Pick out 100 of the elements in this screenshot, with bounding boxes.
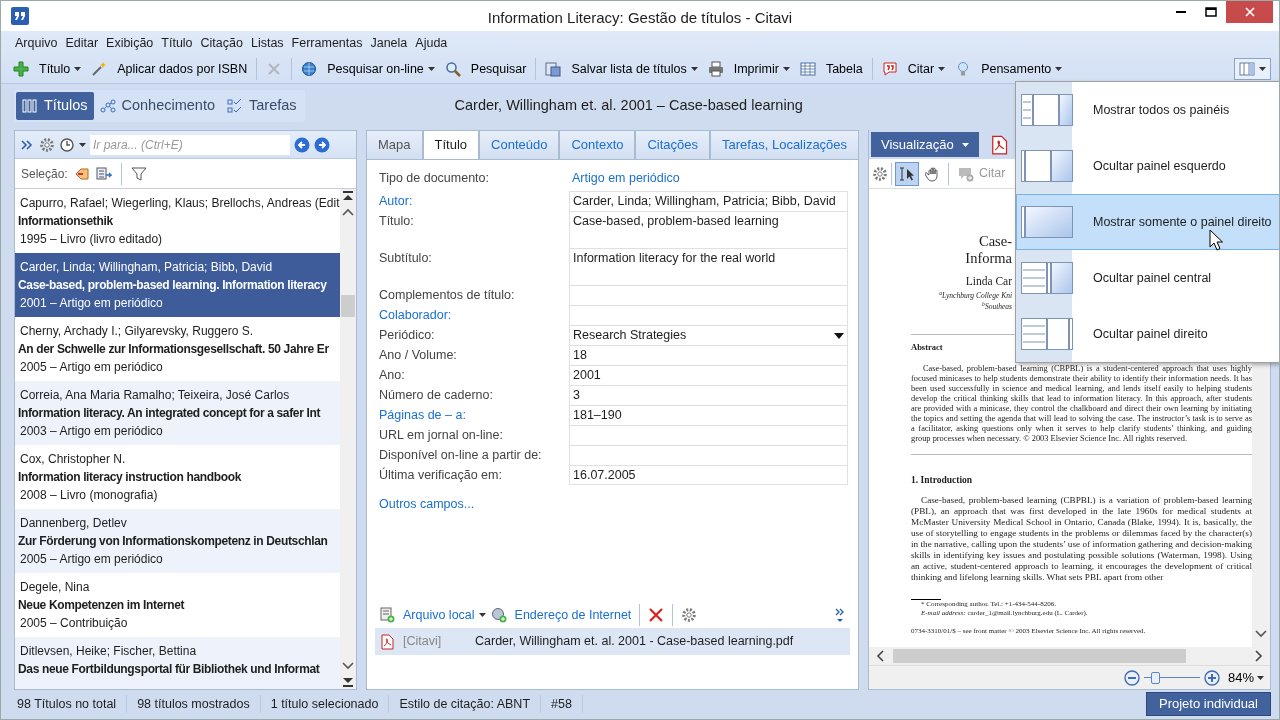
- zoom-out-icon[interactable]: [1123, 669, 1140, 686]
- menu-item[interactable]: Exibição: [102, 33, 158, 53]
- info-text: 2005 – Artigo em periódico: [19, 359, 164, 376]
- author-text: Capurro, Rafael; Wiegerling, Klaus; Brellochs, Andreas (Edit: [19, 195, 340, 212]
- text-field[interactable]: 18: [569, 345, 848, 365]
- text-field[interactable]: [569, 425, 848, 445]
- zoom-in-icon[interactable]: [1203, 669, 1220, 686]
- title-text: Zur Förderung von Informationskompetenz in Deutschlan: [18, 533, 329, 550]
- text-field[interactable]: 16.07.2005: [569, 465, 848, 485]
- layout-button[interactable]: [1234, 58, 1271, 80]
- tab[interactable]: Tarefas, Localizações: [710, 130, 860, 159]
- menu-item[interactable]: Editar: [61, 33, 103, 53]
- toolbar-button[interactable]: Pesquisar on-line: [297, 57, 439, 81]
- goto-field[interactable]: Ir para... (Ctrl+E): [90, 134, 290, 155]
- pdf-title: Informa: [964, 250, 1012, 267]
- caret-icon: [782, 67, 790, 71]
- nav-tab[interactable]: Tarefas: [221, 92, 303, 120]
- text-field[interactable]: [569, 285, 848, 305]
- settings-icon[interactable]: [872, 165, 888, 182]
- menu-item[interactable]: Ocultar painel central: [1016, 250, 1279, 306]
- list-item[interactable]: Degele, Nina Neue Kompetenzen im Internet 2005 – Contribuição: [15, 573, 340, 637]
- add-link-icon: [490, 607, 507, 623]
- forward-icon[interactable]: [314, 136, 330, 153]
- list-item[interactable]: Ditlevsen, Heike; Fischer, Bettina Das neue Fortbildungsportal für Bibliothek und Informat: [15, 637, 340, 689]
- list-item[interactable]: Capurro, Rafael; Wiegerling, Klaus; Brellochs, Andreas (Edit Informationsethik 1995 – Livro (livro editado): [15, 189, 340, 253]
- close-icon: [266, 61, 283, 77]
- toolbar-button[interactable]: Salvar lista de títulos: [541, 57, 702, 81]
- toolbar-button[interactable]: Pesquisar: [440, 57, 531, 81]
- settings-icon[interactable]: [681, 607, 698, 623]
- mouse-cursor-icon: [1209, 229, 1223, 251]
- tab[interactable]: Conteúdo: [479, 130, 560, 159]
- scrollbar-thumb[interactable]: [893, 649, 1186, 663]
- text-field[interactable]: 2001: [569, 365, 848, 385]
- caret-icon: [938, 67, 946, 71]
- tab[interactable]: Título: [422, 130, 480, 159]
- text-field[interactable]: Information literacy for the real world: [569, 248, 848, 285]
- nav-tab[interactable]: Conhecimento: [93, 92, 221, 120]
- list-item[interactable]: Cherny, Archady I.; Gilyarevsky, Ruggero S. An der Schwelle zur Informationsgesellschaft. 50 Jahre Er 2005 – Artigo em periódico: [15, 317, 340, 381]
- text-field[interactable]: 181–190: [569, 405, 848, 425]
- view-button[interactable]: Visualização: [871, 131, 979, 158]
- list-arrow-icon[interactable]: [95, 165, 112, 182]
- quote-bubble-icon: [881, 61, 898, 77]
- more-fields-link[interactable]: Outros campos...: [379, 495, 475, 514]
- back-icon[interactable]: [294, 136, 310, 153]
- zoom-dropdown[interactable]: 84%: [1221, 667, 1266, 688]
- tab[interactable]: Contexto: [559, 130, 636, 159]
- toolbar-button[interactable]: Título: [9, 57, 86, 81]
- project-button[interactable]: Projeto individual: [1146, 692, 1271, 716]
- menu-item[interactable]: Ferramentas: [287, 33, 367, 53]
- list-item[interactable]: Cox, Christopher N. Information literacy instruction handbook 2008 – Livro (monografia): [15, 445, 340, 509]
- text-field[interactable]: 3: [569, 385, 848, 405]
- menu-item[interactable]: Arquivo: [11, 33, 62, 53]
- plus-icon: [13, 61, 29, 77]
- list-item[interactable]: Correia, Ana Maria Ramalho; Teixeira, José Carlos Information literacy. An integrated concept for a safer Int 2003 – Artigo em periódico: [15, 381, 340, 445]
- toolbar-button[interactable]: Pensamento: [951, 57, 1067, 81]
- tool-button[interactable]: [895, 161, 919, 186]
- toolbar-button[interactable]: Imprimir: [703, 57, 794, 81]
- menu-item[interactable]: Janela: [366, 33, 412, 53]
- text-field[interactable]: [569, 305, 848, 325]
- menu-item[interactable]: Ocultar painel direito: [1016, 306, 1279, 362]
- text-field[interactable]: Carder, Linda; Willingham, Patricia; Bibb, David: [569, 191, 848, 211]
- tag-icon[interactable]: [73, 165, 90, 182]
- field-link[interactable]: Colaborador:: [379, 305, 569, 325]
- title-text: An der Schwelle zur Informationsgesellschaft. 50 Jahre Er: [18, 341, 330, 358]
- settings-icon[interactable]: [39, 136, 55, 153]
- field-link[interactable]: Autor:: [379, 191, 569, 211]
- toolbar-link[interactable]: Endereço de Internet: [490, 605, 632, 625]
- menu-item[interactable]: Listas: [246, 33, 288, 53]
- minimize-icon: [1176, 11, 1186, 13]
- scrollbar-thumb[interactable]: [341, 295, 355, 317]
- caret-icon: [79, 142, 86, 147]
- attachment-row[interactable]: [Citavi] Carder, Willingham et. al. 2001 - Case-based learning.pdf: [375, 628, 850, 655]
- filter-icon[interactable]: [130, 165, 147, 182]
- menu-item[interactable]: Título: [157, 33, 197, 53]
- history-button[interactable]: [59, 136, 86, 153]
- dropdown-field[interactable]: Research Strategies: [569, 325, 848, 345]
- toolbar-button[interactable]: Aplicar dados por ISBN: [87, 57, 252, 81]
- list-item[interactable]: Dannenberg, Detlev Zur Förderung von Informationskompetenz in Deutschlan 2005 – Artigo em periódico: [15, 509, 340, 573]
- toolbar-link[interactable]: Arquivo local: [379, 605, 486, 625]
- menu-item[interactable]: Ocultar painel esquerdo: [1016, 138, 1279, 194]
- menu-item[interactable]: Ajuda: [411, 33, 452, 53]
- text-field[interactable]: Case-based, problem-based learning: [569, 211, 848, 248]
- toolbar-button[interactable]: Tabela: [795, 57, 867, 81]
- globe-icon: [301, 61, 318, 77]
- tab[interactable]: Citações: [635, 130, 711, 159]
- menu-item[interactable]: Mostrar somente o painel direito: [1016, 194, 1279, 250]
- menu-item[interactable]: Citação: [196, 33, 247, 53]
- nav-tab[interactable]: Títulos: [16, 92, 94, 120]
- toolbar-button[interactable]: Citar: [877, 57, 950, 81]
- text-field[interactable]: [569, 445, 848, 465]
- pdf-heading: 1. Introduction: [911, 474, 973, 487]
- scrollbar[interactable]: [869, 647, 1270, 665]
- slider-thumb[interactable]: [1150, 671, 1160, 684]
- field-label: Última verificação em:: [379, 466, 503, 484]
- scrollbar[interactable]: [340, 189, 356, 689]
- delete-icon[interactable]: [648, 607, 665, 623]
- list-item[interactable]: Carder, Linda; Willingham, Patricia; Bibb, David Case-based, problem-based learning. Information literacy 2001 – Artigo em periódico: [15, 253, 340, 317]
- menu-item[interactable]: Mostrar todos os painéis: [1016, 82, 1279, 138]
- field-link[interactable]: Páginas de – a:: [379, 405, 569, 425]
- document-type-link[interactable]: Artigo em periódico: [572, 168, 680, 188]
